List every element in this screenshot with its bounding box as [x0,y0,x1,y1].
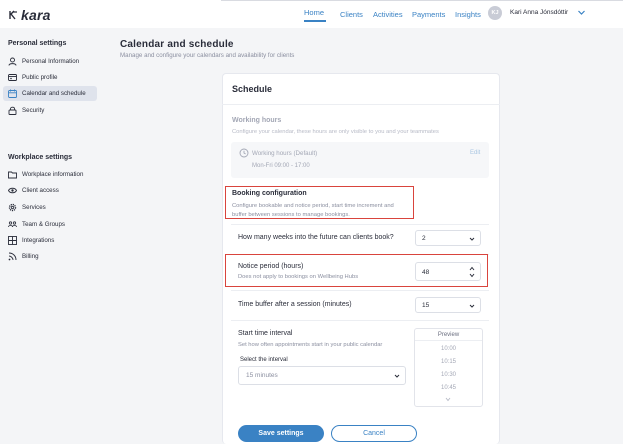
schedule-title: Schedule [232,84,273,94]
clock-icon [239,148,249,158]
sidebar-item-label: Security [22,107,45,114]
sidebar-item-workplace-information[interactable]: Workplace information [3,167,97,182]
notice-value: 48 [422,269,430,276]
buffer-select[interactable]: 15 [415,297,481,313]
sidebar-item-services[interactable]: Services [3,200,97,215]
sidebar-item-team-groups[interactable]: Team & Groups [3,217,97,232]
interval-value: 15 minutes [246,372,278,379]
team-icon [8,220,17,229]
calendar-icon [8,89,17,98]
working-hours-title: Working hours [232,117,282,124]
divider [222,104,500,105]
top-bar-divider [221,0,623,1]
sidebar-item-client-access[interactable]: Client access [3,183,97,198]
sidebar-item-label: Team & Groups [22,221,65,228]
sidebar-item-label: Integrations [22,237,55,244]
rss-icon [8,252,17,261]
edit-working-hours-link[interactable]: Edit [470,150,480,156]
preview-time: 10:15 [440,359,456,365]
sidebar-item-label: Billing [22,253,39,260]
chevron-down-icon[interactable] [577,8,586,17]
cancel-button[interactable]: Cancel [331,425,417,442]
integrations-icon [8,236,17,245]
eye-icon [8,186,17,195]
sidebar-item-personal-information[interactable]: Personal Information [3,54,97,69]
nav-payments[interactable]: Payments [412,10,445,19]
chevron-down-icon [469,237,475,241]
sidebar-item-label: Personal Information [22,58,80,65]
preview-time: 10:45 [440,385,456,391]
interval-title: Start time interval [238,330,293,337]
chevron-down-icon [469,304,475,308]
lock-icon [8,106,17,115]
preview-time: 10:00 [440,346,456,352]
app-logo[interactable]: kara [9,7,51,23]
gear-icon [8,203,17,212]
booking-configuration-subtitle: Configure bookable and notice period, st… [232,203,394,218]
sidebar-item-calendar-and-schedule[interactable]: Calendar and schedule [3,86,97,101]
folder-icon [8,170,17,179]
interval-select[interactable]: 15 minutes [238,366,406,385]
sidebar-item-public-profile[interactable]: Public profile [3,70,97,85]
notice-hint: Does not apply to bookings on Wellbeing … [238,274,359,280]
weeks-value: 2 [422,235,426,242]
preview-title: Preview [415,329,482,341]
kara-logo-icon [9,10,17,20]
nav-home[interactable]: Home [304,8,324,17]
sidebar-item-label: Public profile [22,74,58,81]
sidebar-item-billing[interactable]: Billing [3,249,97,264]
workplace-settings-heading: Workplace settings [8,154,73,161]
chevron-down-icon [394,374,400,378]
sidebar-item-label: Client access [22,187,59,194]
sidebar-item-label: Services [22,204,46,211]
id-card-icon [8,73,17,82]
working-hours-subtitle: Configure your calendar, these hours are… [232,129,439,135]
working-hours-range: Mon-Fri 09:00 - 17:00 [252,163,310,169]
notice-period-stepper[interactable]: 48 [415,262,481,281]
working-hours-name: Working hours (Default) [252,150,318,157]
working-hours-entry[interactable] [231,142,489,178]
app-name: kara [21,7,51,23]
avatar[interactable]: KJ [488,6,502,20]
preview-time: 10:30 [440,372,456,378]
nav-clients[interactable]: Clients [340,10,363,19]
sidebar-item-label: Workplace information [22,171,84,178]
chevron-down-icon[interactable] [445,397,451,402]
interval-preview: Preview 10:00 10:15 10:30 10:45 [414,328,483,407]
user-name[interactable]: Kari Anna Jónsdóttir [510,9,568,16]
booking-configuration-title: Booking configuration [232,190,307,197]
buffer-label: Time buffer after a session (minutes) [238,301,352,308]
chevron-down-icon[interactable] [469,273,475,278]
nav-activities[interactable]: Activities [373,10,403,19]
sidebar-item-label: Calendar and schedule [22,90,86,97]
weeks-select[interactable]: 2 [415,230,481,246]
save-settings-button[interactable]: Save settings [238,425,324,442]
interval-select-label: Select the interval [240,357,288,363]
page-subtitle: Manage and configure your calendars and … [120,52,295,59]
sidebar-item-security[interactable]: Security [3,103,97,118]
stepper-controls[interactable] [469,266,475,278]
weeks-label: How many weeks into the future can clien… [238,234,394,241]
nav-insights[interactable]: Insights [455,10,481,19]
sidebar-item-integrations[interactable]: Integrations [3,233,97,248]
interval-subtitle: Set how often appointments start in your… [238,342,383,348]
buffer-value: 15 [422,302,430,309]
notice-label: Notice period (hours) [238,263,304,270]
user-icon [8,57,17,66]
chevron-up-icon[interactable] [469,266,475,271]
page-title: Calendar and schedule [120,39,234,50]
nav-active-indicator [304,20,326,22]
personal-settings-heading: Personal settings [8,40,67,47]
